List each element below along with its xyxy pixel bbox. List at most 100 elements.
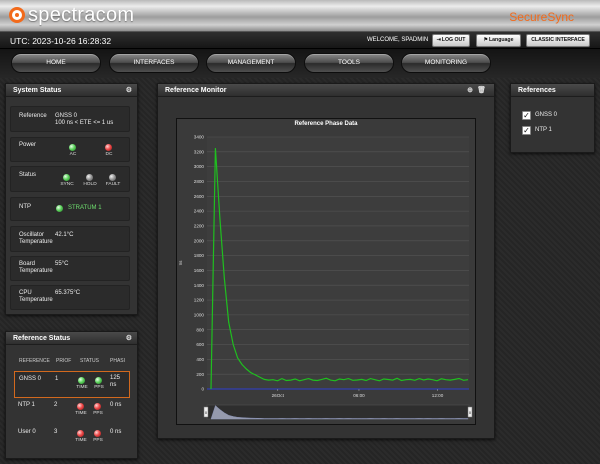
system-status-title: System Status [13, 87, 62, 94]
ac-label: AC [69, 152, 77, 157]
col-header-phase: PHASI [110, 358, 126, 364]
ntp-stratum: STRATUM 1 [68, 205, 102, 211]
welcome-text: WELCOME, SPADMIN [367, 37, 429, 43]
download-icon[interactable]: ⊕ [467, 84, 473, 97]
y-tick-label: 1200 [194, 298, 205, 303]
time-led-icon [77, 403, 84, 410]
main-nav: HOME INTERFACES MANAGEMENT TOOLS MONITOR… [0, 49, 600, 78]
ref-name: User 0 [18, 429, 36, 435]
time-label: TIME [76, 385, 88, 390]
status-bar: UTC: 2023-10-26 16:28:32 WELCOME, SPADMI… [0, 32, 600, 49]
time-label: TIME [75, 411, 87, 416]
status-row-oscillator: Oscillator Temperature 42.1°C [10, 226, 130, 252]
board-label-2: Temperature [19, 268, 53, 274]
y-tick-label: 400 [196, 357, 204, 362]
status-row-cpu: CPU Temperature 65.375°C [10, 285, 130, 310]
y-tick-label: 3400 [194, 135, 205, 140]
navigator [206, 404, 470, 420]
cpu-temp: 65.375°C [55, 290, 81, 296]
ntp-label: NTP [19, 204, 31, 210]
y-tick-label: 2000 [194, 238, 205, 243]
nav-monitoring[interactable]: MONITORING [401, 53, 491, 73]
y-tick-label: 2200 [194, 224, 205, 229]
hold-led-icon [86, 174, 93, 181]
trash-icon[interactable]: 🗑 [477, 84, 486, 97]
pps-led-icon [95, 377, 102, 384]
references-header: References [511, 84, 594, 97]
logout-icon: ⇥ [436, 37, 441, 43]
y-tick-label: 2800 [194, 179, 205, 184]
y-tick-label: 1800 [194, 253, 205, 258]
status-row-sync: Status SYNC HOLD FAULT [10, 166, 130, 192]
references-title: References [518, 87, 556, 94]
y-tick-label: 600 [196, 342, 204, 347]
y-tick-label: 1000 [194, 312, 205, 317]
hold-label: HOLD [83, 182, 97, 187]
ref-phase: 0 ns [110, 429, 122, 435]
reference-status-title: Reference Status [13, 335, 71, 342]
ref-priority: 1 [55, 376, 59, 382]
language-button[interactable]: ⚑Language [476, 34, 521, 47]
x-tick-label: 26Oct [272, 393, 285, 398]
ntp1-label: NTP 1 [535, 127, 552, 133]
plot-area [207, 137, 469, 389]
y-tick-label: 200 [196, 372, 204, 377]
dc-power-led-icon [105, 144, 112, 151]
nav-interfaces[interactable]: INTERFACES [109, 53, 199, 73]
time-led-icon [78, 377, 85, 384]
y-tick-label: 3200 [194, 149, 205, 154]
ac-power-led-icon [69, 144, 76, 151]
logout-label: LOG OUT [441, 37, 466, 43]
y-tick-label: 1600 [194, 268, 205, 273]
cpu-label-2: Temperature [19, 297, 53, 303]
pps-led-icon [94, 403, 101, 410]
top-banner: spectracom SecureSync [0, 0, 600, 32]
table-row[interactable]: GNSS 0 1 TIME PPS 125 ns [14, 371, 130, 398]
time-led-icon [77, 430, 84, 437]
board-temp: 55°C [55, 261, 69, 267]
sync-led-icon [63, 174, 70, 181]
oscillator-label: Oscillator [19, 232, 45, 238]
status-row-ntp: NTP STRATUM 1 [10, 197, 130, 221]
gnss0-label: GNSS 0 [535, 112, 558, 118]
x-tick-label: 12:00 [432, 393, 444, 398]
y-tick-label: 2600 [194, 194, 205, 199]
dc-label: DC [105, 152, 113, 157]
gear-icon[interactable]: ⚙ [126, 84, 132, 97]
status-label: Status [19, 172, 37, 178]
cpu-label: CPU [19, 290, 32, 296]
status-row-reference: Reference GNSS 0 100 ns < ETE <= 1 us [10, 106, 130, 132]
flag-icon: ⚑ [483, 37, 488, 43]
gnss0-checkbox[interactable]: ✓ [522, 111, 531, 120]
oscillator-label-2: Temperature [19, 239, 53, 245]
product-name: SecureSync [509, 10, 574, 24]
reference-source: GNSS 0 [55, 113, 78, 119]
logout-button[interactable]: ⇥LOG OUT [432, 34, 470, 47]
utc-clock: UTC: 2023-10-26 16:28:32 [10, 36, 112, 46]
nav-tools[interactable]: TOOLS [304, 53, 394, 73]
ntp1-checkbox[interactable]: ✓ [522, 126, 531, 135]
ref-priority: 2 [54, 402, 58, 408]
nav-management[interactable]: MANAGEMENT [206, 53, 296, 73]
power-label: Power [19, 142, 37, 148]
ref-phase-unit: ns [110, 382, 117, 388]
table-row[interactable]: NTP 1 2 TIME PPS 0 ns [14, 398, 130, 425]
fault-label: FAULT [105, 182, 121, 187]
gear-icon[interactable]: ⚙ [126, 332, 132, 345]
ntp-led-icon [56, 205, 63, 212]
language-label: Language [488, 37, 514, 43]
ref-phase: 0 ns [110, 402, 122, 408]
nav-home[interactable]: HOME [11, 53, 101, 73]
reference-status-header: Reference Status ⚙ [6, 332, 137, 345]
fault-led-icon [109, 174, 116, 181]
classic-interface-button[interactable]: CLASSIC INTERFACE [526, 34, 590, 47]
ref-name: GNSS 0 [19, 376, 42, 382]
col-header-status: STATUS [80, 358, 99, 364]
table-row[interactable]: User 0 3 TIME PPS 0 ns [14, 425, 130, 452]
y-tick-label: 2400 [194, 209, 205, 214]
y-tick-label: 3000 [194, 164, 205, 169]
ref-priority: 3 [54, 429, 58, 435]
reference-phase-chart: Reference Phase Data 0 200 400 600 800 1000 12… [176, 118, 476, 425]
reference-monitor-title: Reference Monitor [165, 87, 227, 94]
pps-label: PPS [94, 385, 104, 390]
